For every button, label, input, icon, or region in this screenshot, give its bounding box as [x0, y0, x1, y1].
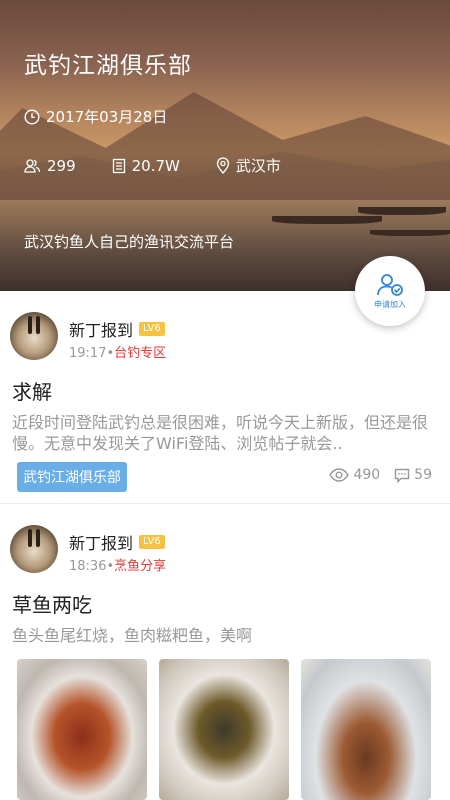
- comment-count-text: 59: [414, 467, 432, 483]
- post-excerpt[interactable]: 近段时间登陆武钓总是很困难，听说今天上新版，但还是很慢。无意中发现关了WiFi登…: [12, 412, 434, 454]
- avatar[interactable]: [10, 525, 58, 573]
- club-tag[interactable]: 武钓江湖俱乐部: [17, 462, 127, 492]
- post-title[interactable]: 求解: [12, 376, 52, 405]
- view-stat: 490: [329, 467, 380, 483]
- clock-icon: [24, 108, 40, 125]
- member-count-text: 299: [47, 156, 76, 175]
- location-text: 武汉市: [235, 157, 281, 175]
- author-name: 新丁报到: [69, 321, 134, 340]
- club-location: 武汉市: [216, 155, 281, 176]
- post-title[interactable]: 草鱼两吃: [12, 589, 92, 618]
- club-founded-date: 2017年03月28日: [24, 106, 167, 127]
- comment-icon: [394, 468, 410, 483]
- view-count: 20.7W: [112, 157, 180, 175]
- post-image-gallery: [17, 659, 443, 800]
- club-title: 武钓江湖俱乐部: [24, 53, 192, 79]
- post-excerpt[interactable]: 鱼头鱼尾红烧，鱼肉糍粑鱼，美啊: [12, 625, 434, 646]
- comment-stat[interactable]: 59: [394, 467, 432, 483]
- document-icon: [112, 158, 125, 173]
- post-image[interactable]: [301, 659, 431, 800]
- date-text: 2017年03月28日: [46, 108, 168, 126]
- post-image[interactable]: [17, 659, 147, 800]
- avatar[interactable]: [10, 312, 58, 360]
- post-time: 19:17: [69, 346, 107, 361]
- club-description: 武汉钓鱼人自己的渔讯交流平台: [24, 233, 235, 251]
- club-header: 武钓江湖俱乐部 2017年03月28日 299 20.7W 武汉市 武汉钓鱼人自…: [0, 0, 450, 291]
- view-count-text: 20.7W: [131, 156, 180, 175]
- post-stats: 490 59: [315, 467, 432, 483]
- join-club-label: 申请加入: [374, 299, 406, 309]
- post-time: 18:36: [69, 559, 107, 574]
- post-image[interactable]: [159, 659, 289, 800]
- boat-image: [370, 230, 450, 236]
- level-badge: LV6: [139, 322, 165, 336]
- join-club-button[interactable]: 申请加入: [355, 256, 425, 326]
- view-count-text: 490: [353, 467, 381, 483]
- boat-image: [358, 207, 446, 215]
- eye-icon: [329, 468, 350, 482]
- level-badge: LV6: [139, 535, 165, 549]
- author-name: 新丁报到: [69, 534, 134, 553]
- add-member-icon: [377, 273, 403, 296]
- boat-image: [272, 216, 382, 224]
- meta-separator: •: [106, 346, 115, 361]
- club-stats: 299 20.7W 武汉市: [24, 155, 317, 176]
- meta-separator: •: [106, 559, 115, 574]
- post-author[interactable]: 新丁报到 LV6: [69, 317, 165, 341]
- member-count: 299: [24, 157, 76, 175]
- members-icon: [24, 158, 41, 173]
- post-meta: 18:36•烹鱼分享: [69, 555, 166, 574]
- location-pin-icon: [216, 157, 230, 174]
- post-category[interactable]: 烹鱼分享: [114, 559, 166, 574]
- post-meta: 19:17•台钓专区: [69, 342, 166, 361]
- post-category[interactable]: 台钓专区: [114, 346, 166, 361]
- post-author[interactable]: 新丁报到 LV6: [69, 530, 165, 554]
